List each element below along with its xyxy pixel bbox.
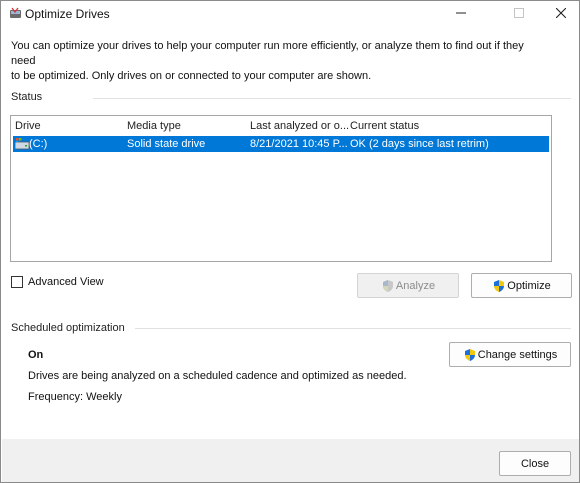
status-divider xyxy=(93,98,571,99)
intro-line-1: You can optimize your drives to help you… xyxy=(11,40,524,67)
shield-icon xyxy=(463,348,477,362)
close-icon xyxy=(555,7,567,21)
analyze-button-label: Analyze xyxy=(395,279,436,292)
close-button[interactable]: Close xyxy=(499,451,571,476)
change-settings-label: Change settings xyxy=(477,348,558,361)
cell-media-type: Solid state drive xyxy=(127,138,206,150)
cell-current-status: OK (2 days since last retrim) xyxy=(350,138,489,150)
drive-icon xyxy=(14,138,30,150)
close-window-button[interactable] xyxy=(541,1,580,27)
analyze-button[interactable]: Analyze xyxy=(357,273,459,298)
maximize-button[interactable] xyxy=(499,1,539,27)
table-row[interactable]: (C:) Solid state drive 8/21/2021 10:45 P… xyxy=(13,136,549,152)
shield-icon xyxy=(381,279,395,293)
column-header-current-status[interactable]: Current status xyxy=(350,120,419,132)
optimize-drives-window: Optimize Drives You can optimize your dr… xyxy=(0,0,580,483)
optimize-button-label: Optimize xyxy=(507,279,551,292)
dialog-footer: Close xyxy=(2,439,579,482)
scheduled-group-label: Scheduled optimization xyxy=(11,322,125,334)
drives-list[interactable]: Drive Media type Last analyzed or o... C… xyxy=(10,115,552,262)
schedule-description: Drives are being analyzed on a scheduled… xyxy=(28,370,407,382)
cell-last-analyzed: 8/21/2021 10:45 P... xyxy=(250,138,348,150)
optimize-button[interactable]: Optimize xyxy=(471,273,572,298)
intro-text: You can optimize your drives to help you… xyxy=(11,39,551,84)
minimize-button[interactable] xyxy=(441,1,481,27)
advanced-view-label[interactable]: Advanced View xyxy=(28,276,104,288)
advanced-view-checkbox[interactable] xyxy=(11,276,23,288)
change-settings-button[interactable]: Change settings xyxy=(449,342,571,367)
column-header-drive[interactable]: Drive xyxy=(15,120,41,132)
status-group-label: Status xyxy=(11,91,43,103)
scheduled-divider xyxy=(135,328,571,329)
optimize-drives-icon xyxy=(9,7,22,20)
column-header-last-analyzed[interactable]: Last analyzed or o... xyxy=(250,120,349,132)
close-button-label: Close xyxy=(520,457,550,470)
column-header-media-type[interactable]: Media type xyxy=(127,120,181,132)
title-bar[interactable]: Optimize Drives xyxy=(1,1,579,27)
schedule-frequency: Frequency: Weekly xyxy=(28,391,122,403)
window-title: Optimize Drives xyxy=(25,7,110,21)
schedule-state: On xyxy=(28,349,44,361)
minimize-icon xyxy=(456,8,466,21)
maximize-icon xyxy=(514,7,524,21)
cell-drive: (C:) xyxy=(29,138,48,150)
intro-line-2: to be optimized. Only drives on or conne… xyxy=(11,70,372,82)
shield-icon xyxy=(492,279,506,293)
